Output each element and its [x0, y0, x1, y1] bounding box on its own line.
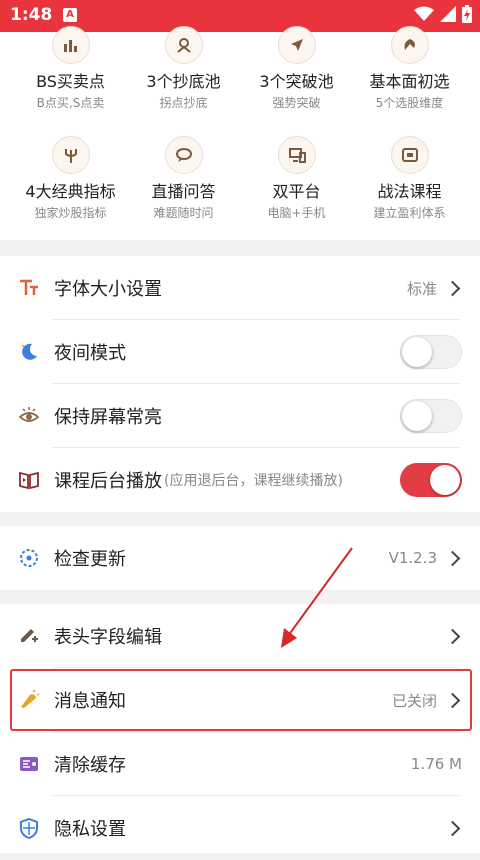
chevron-right-icon	[444, 628, 461, 644]
night-mode-label: 夜间模式	[54, 343, 126, 364]
status-time: 1:48	[10, 5, 53, 25]
background-play-setting: 课程后台播放 (应用退后台，课程继续播放)	[0, 448, 480, 512]
notifications-status: 已关闭	[391, 691, 437, 710]
edit-icon	[18, 625, 40, 647]
toggle-knob	[402, 337, 432, 367]
toggle-knob	[430, 465, 460, 495]
devices-icon	[277, 136, 316, 174]
feature-title: 直播问答	[151, 182, 216, 201]
header-edit-setting[interactable]: 表头字段编辑	[0, 604, 480, 668]
feature-subtitle: 难题随时问	[153, 206, 214, 220]
moon-icon	[18, 341, 40, 363]
chevron-right-icon	[444, 280, 461, 296]
feature-subtitle: 5个选股维度	[375, 96, 444, 110]
app-notification-icon: A	[63, 8, 77, 22]
font-size-setting[interactable]: 字体大小设置 标准	[0, 256, 480, 320]
eye-icon	[18, 405, 40, 427]
feature-grid-panel: BS买卖点 B点买,S点卖 3个抄底池 拐点抄底 3个突破池 强势突破 基本面初…	[0, 26, 480, 240]
feature-title: 战法课程	[377, 182, 442, 201]
feature-classic-indicators[interactable]: 4大经典指标 独家炒股指标	[14, 136, 127, 221]
feature-title: 3个抄底池	[146, 72, 221, 91]
chevron-right-icon	[444, 550, 461, 566]
background-play-hint: (应用退后台，课程继续播放)	[164, 473, 343, 489]
font-size-value: 标准	[406, 279, 437, 298]
version-value: V1.2.3	[388, 549, 437, 567]
night-mode-setting: 夜间模式	[0, 320, 480, 384]
battery-icon	[462, 5, 472, 23]
night-mode-toggle[interactable]	[400, 335, 462, 369]
clear-cache-setting[interactable]: 清除缓存 1.76 M	[0, 732, 480, 796]
privacy-shield-icon	[18, 817, 40, 839]
feature-bottom-pool[interactable]: 3个抄底池 拐点抄底	[127, 26, 240, 111]
chevron-right-icon	[444, 820, 461, 836]
keep-screen-on-toggle[interactable]	[400, 399, 462, 433]
chat-bubble-icon	[164, 136, 203, 174]
clear-cache-label: 清除缓存	[54, 755, 126, 776]
feature-breakout-pool[interactable]: 3个突破池 强势突破	[240, 26, 353, 111]
feature-title: BS买卖点	[36, 72, 105, 91]
feature-subtitle: 强势突破	[272, 96, 321, 110]
background-play-label: 课程后台播放	[54, 471, 162, 492]
system-icons	[414, 5, 472, 23]
display-settings-section: 字体大小设置 标准 夜间模式 保持屏幕常亮 课程后台播放 (应用退后台，课程继续…	[0, 256, 480, 512]
feature-grid: BS买卖点 B点买,S点卖 3个抄底池 拐点抄底 3个突破池 强势突破 基本面初…	[14, 26, 466, 228]
font-size-label: 字体大小设置	[54, 279, 162, 300]
feature-subtitle: B点买,S点卖	[36, 96, 105, 110]
bottom-fishing-icon	[164, 26, 203, 64]
cache-size: 1.76 M	[410, 755, 462, 773]
bs-chart-icon	[51, 26, 90, 64]
notifications-label: 消息通知	[54, 691, 126, 712]
feature-title: 4大经典指标	[25, 182, 116, 201]
feature-live-qa[interactable]: 直播问答 难题随时问	[127, 136, 240, 221]
course-video-icon	[390, 136, 429, 174]
wifi-icon	[414, 6, 434, 21]
signal-icon	[440, 6, 456, 22]
header-edit-label: 表头字段编辑	[54, 627, 162, 648]
feature-courses[interactable]: 战法课程 建立盈利体系	[353, 136, 466, 221]
feature-title: 双平台	[272, 182, 321, 201]
chevron-right-icon	[444, 692, 461, 708]
trident-icon	[51, 136, 90, 174]
feature-title: 3个突破池	[259, 72, 334, 91]
keep-screen-on-setting: 保持屏幕常亮	[0, 384, 480, 448]
keep-screen-on-label: 保持屏幕常亮	[54, 407, 162, 428]
font-size-icon	[18, 277, 40, 299]
feature-subtitle: 电脑+手机	[267, 206, 326, 220]
feature-title: 基本面初选	[369, 72, 450, 91]
feature-fundamentals[interactable]: 基本面初选 5个选股维度	[353, 26, 466, 111]
check-update-setting[interactable]: 检查更新 V1.2.3	[0, 526, 480, 590]
feature-subtitle: 拐点抄底	[159, 96, 208, 110]
breakout-arrow-icon	[277, 26, 316, 64]
refresh-icon	[18, 547, 40, 569]
feature-subtitle: 独家炒股指标	[34, 206, 107, 220]
privacy-setting[interactable]: 隐私设置	[0, 796, 480, 860]
toggle-knob	[402, 401, 432, 431]
misc-settings-section: 表头字段编辑 消息通知 已关闭 清除缓存 1.76 M 隐私设置	[0, 604, 480, 853]
book-play-icon	[18, 469, 40, 491]
update-section: 检查更新 V1.2.3	[0, 526, 480, 590]
notifications-setting[interactable]: 消息通知 已关闭	[0, 668, 480, 732]
cache-icon	[18, 753, 40, 775]
fundamentals-icon	[390, 26, 429, 64]
background-play-toggle[interactable]	[400, 463, 462, 497]
feature-dual-platform[interactable]: 双平台 电脑+手机	[240, 136, 353, 221]
megaphone-icon	[18, 689, 40, 711]
feature-bs-points[interactable]: BS买卖点 B点买,S点卖	[14, 26, 127, 111]
feature-subtitle: 建立盈利体系	[373, 206, 446, 220]
privacy-label: 隐私设置	[54, 819, 126, 840]
check-update-label: 检查更新	[54, 549, 126, 570]
